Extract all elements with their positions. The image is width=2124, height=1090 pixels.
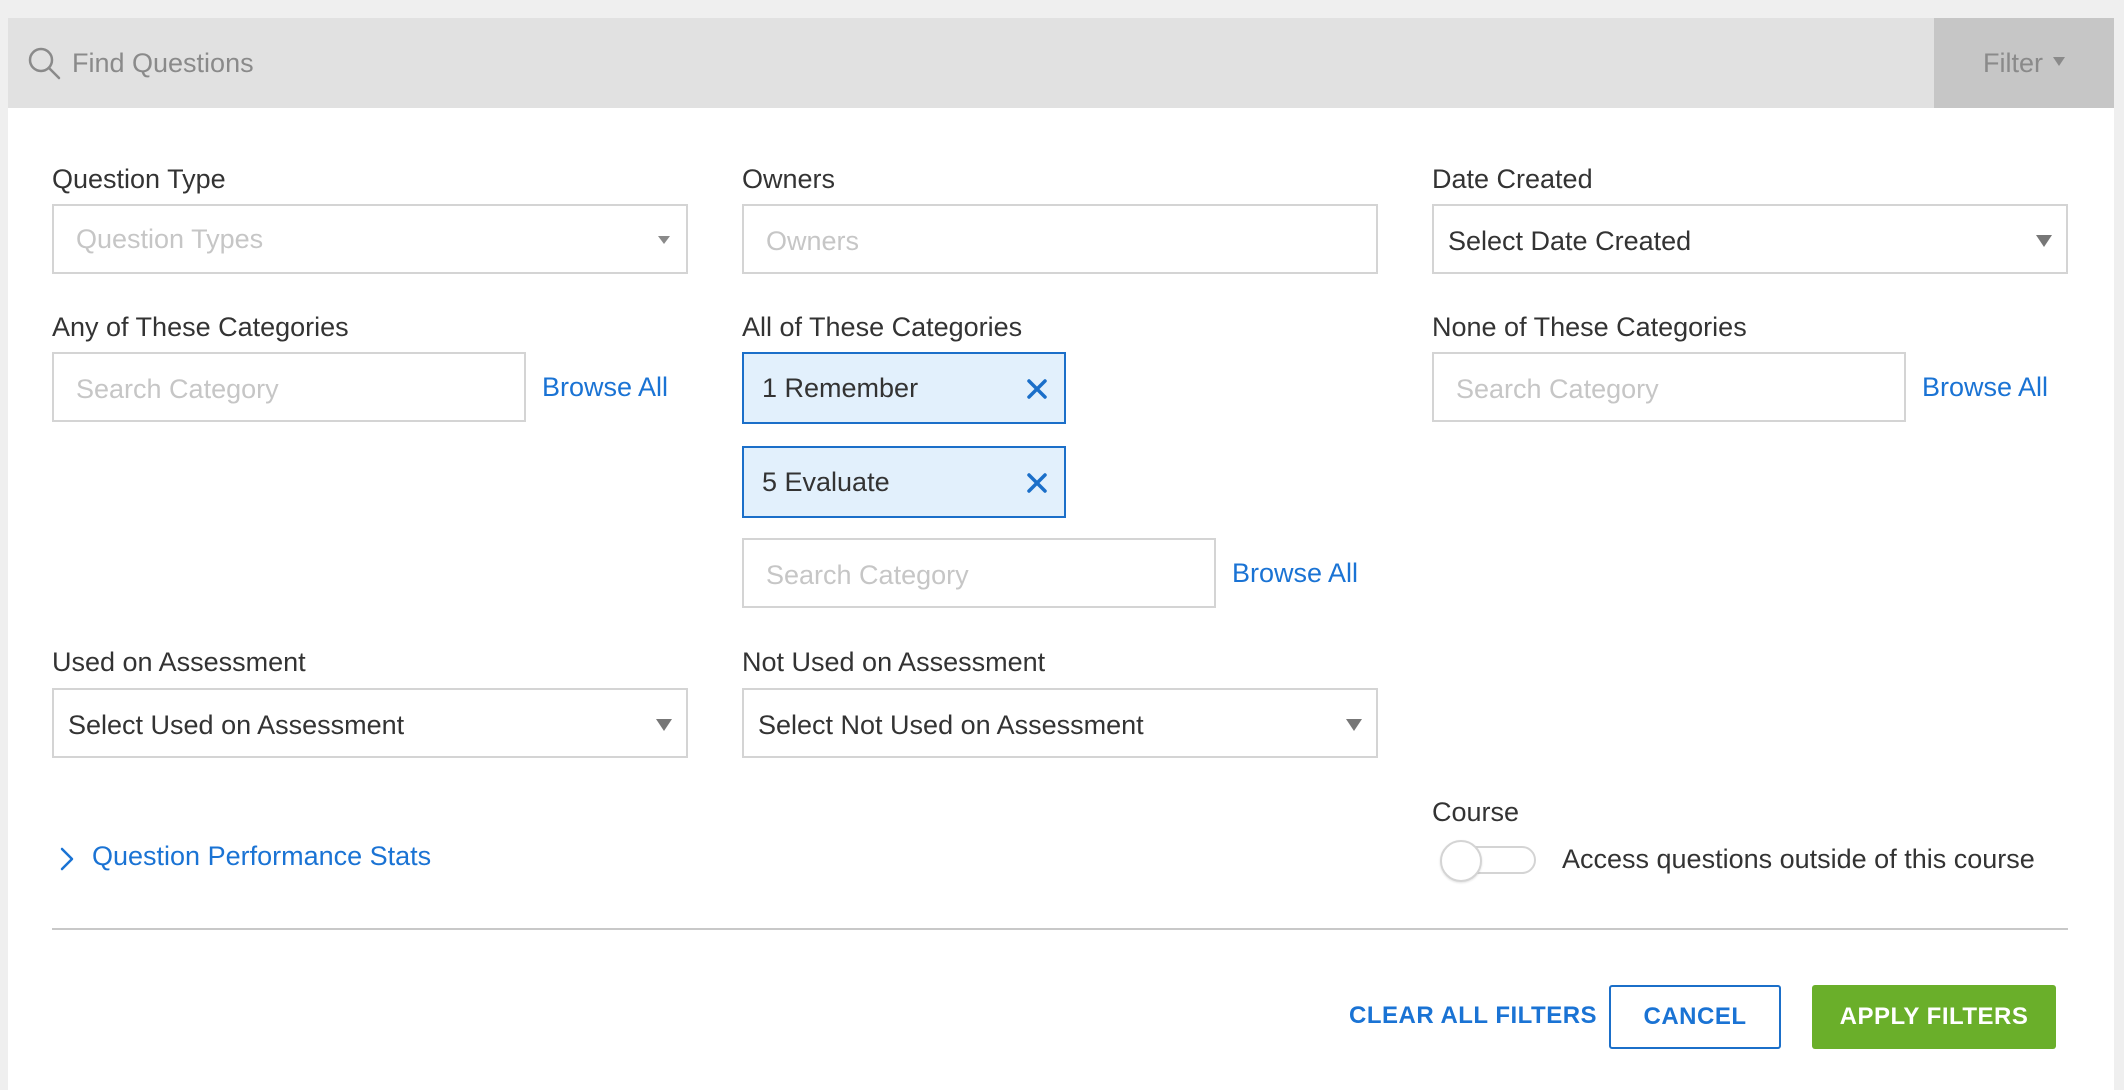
question-type-label: Question Type: [52, 164, 226, 194]
apply-filters-button[interactable]: APPLY FILTERS: [1812, 985, 2056, 1049]
all-categories-label: All of These Categories: [742, 312, 1023, 342]
chip-label: 1 Remember: [762, 373, 919, 403]
owners-input[interactable]: Owners: [742, 204, 1378, 274]
none-categories-search[interactable]: Search Category: [1432, 352, 1906, 422]
all-categories-search[interactable]: Search Category: [742, 538, 1216, 608]
none-categories-label: None of These Categories: [1432, 312, 1747, 342]
any-categories-placeholder: Search Category: [76, 374, 279, 404]
chip-label: 5 Evaluate: [762, 467, 890, 497]
used-on-assessment-label: Used on Assessment: [52, 647, 306, 677]
none-categories-browse-all[interactable]: Browse All: [1922, 369, 2048, 405]
used-on-assessment-select[interactable]: Select Used on Assessment: [52, 688, 688, 758]
close-icon[interactable]: [1024, 376, 1050, 402]
question-performance-stats-label: Question Performance Stats: [92, 841, 432, 871]
toggle-knob: [1440, 840, 1482, 882]
chevron-down-icon: [2036, 235, 2052, 247]
filter-button[interactable]: Filter: [1934, 18, 2114, 108]
chevron-right-icon: [60, 847, 74, 871]
date-created-label: Date Created: [1432, 164, 1593, 194]
search-input[interactable]: Find Questions: [72, 18, 254, 108]
search-icon: [28, 47, 61, 80]
chevron-down-icon: [1346, 719, 1362, 731]
course-toggle[interactable]: [1440, 840, 1538, 882]
search-bar: Find Questions Filter: [8, 18, 2114, 108]
date-created-select[interactable]: Select Date Created: [1432, 204, 2068, 274]
caret-down-icon: [2053, 57, 2065, 66]
any-categories-label: Any of These Categories: [52, 312, 349, 342]
course-toggle-label: Access questions outside of this course: [1562, 844, 2035, 874]
cancel-button[interactable]: CANCEL: [1609, 985, 1781, 1049]
filter-panel: Find Questions Filter Question Type Ques…: [8, 18, 2114, 1090]
category-chip: 5 Evaluate: [742, 446, 1066, 518]
question-type-select[interactable]: Question Types: [52, 204, 688, 274]
question-type-placeholder: Question Types: [76, 224, 264, 254]
none-categories-placeholder: Search Category: [1456, 374, 1659, 404]
filter-button-label: Filter: [1983, 48, 2043, 78]
date-created-value: Select Date Created: [1448, 226, 1692, 256]
owners-label: Owners: [742, 164, 836, 194]
any-categories-browse-all[interactable]: Browse All: [542, 369, 668, 405]
not-used-on-assessment-label: Not Used on Assessment: [742, 647, 1046, 677]
all-categories-browse-all[interactable]: Browse All: [1232, 555, 1358, 591]
close-icon[interactable]: [1024, 470, 1050, 496]
not-used-on-assessment-select[interactable]: Select Not Used on Assessment: [742, 688, 1378, 758]
not-used-on-assessment-value: Select Not Used on Assessment: [758, 710, 1144, 740]
divider: [52, 928, 2068, 930]
category-chip: 1 Remember: [742, 352, 1066, 424]
used-on-assessment-value: Select Used on Assessment: [68, 710, 405, 740]
all-categories-placeholder: Search Category: [766, 560, 969, 590]
any-categories-search[interactable]: Search Category: [52, 352, 526, 422]
owners-placeholder: Owners: [766, 226, 860, 256]
course-label: Course: [1432, 797, 1520, 827]
clear-all-filters-button[interactable]: CLEAR ALL FILTERS: [1349, 1002, 1597, 1030]
chevron-down-icon: [658, 236, 670, 244]
chevron-down-icon: [656, 719, 672, 731]
